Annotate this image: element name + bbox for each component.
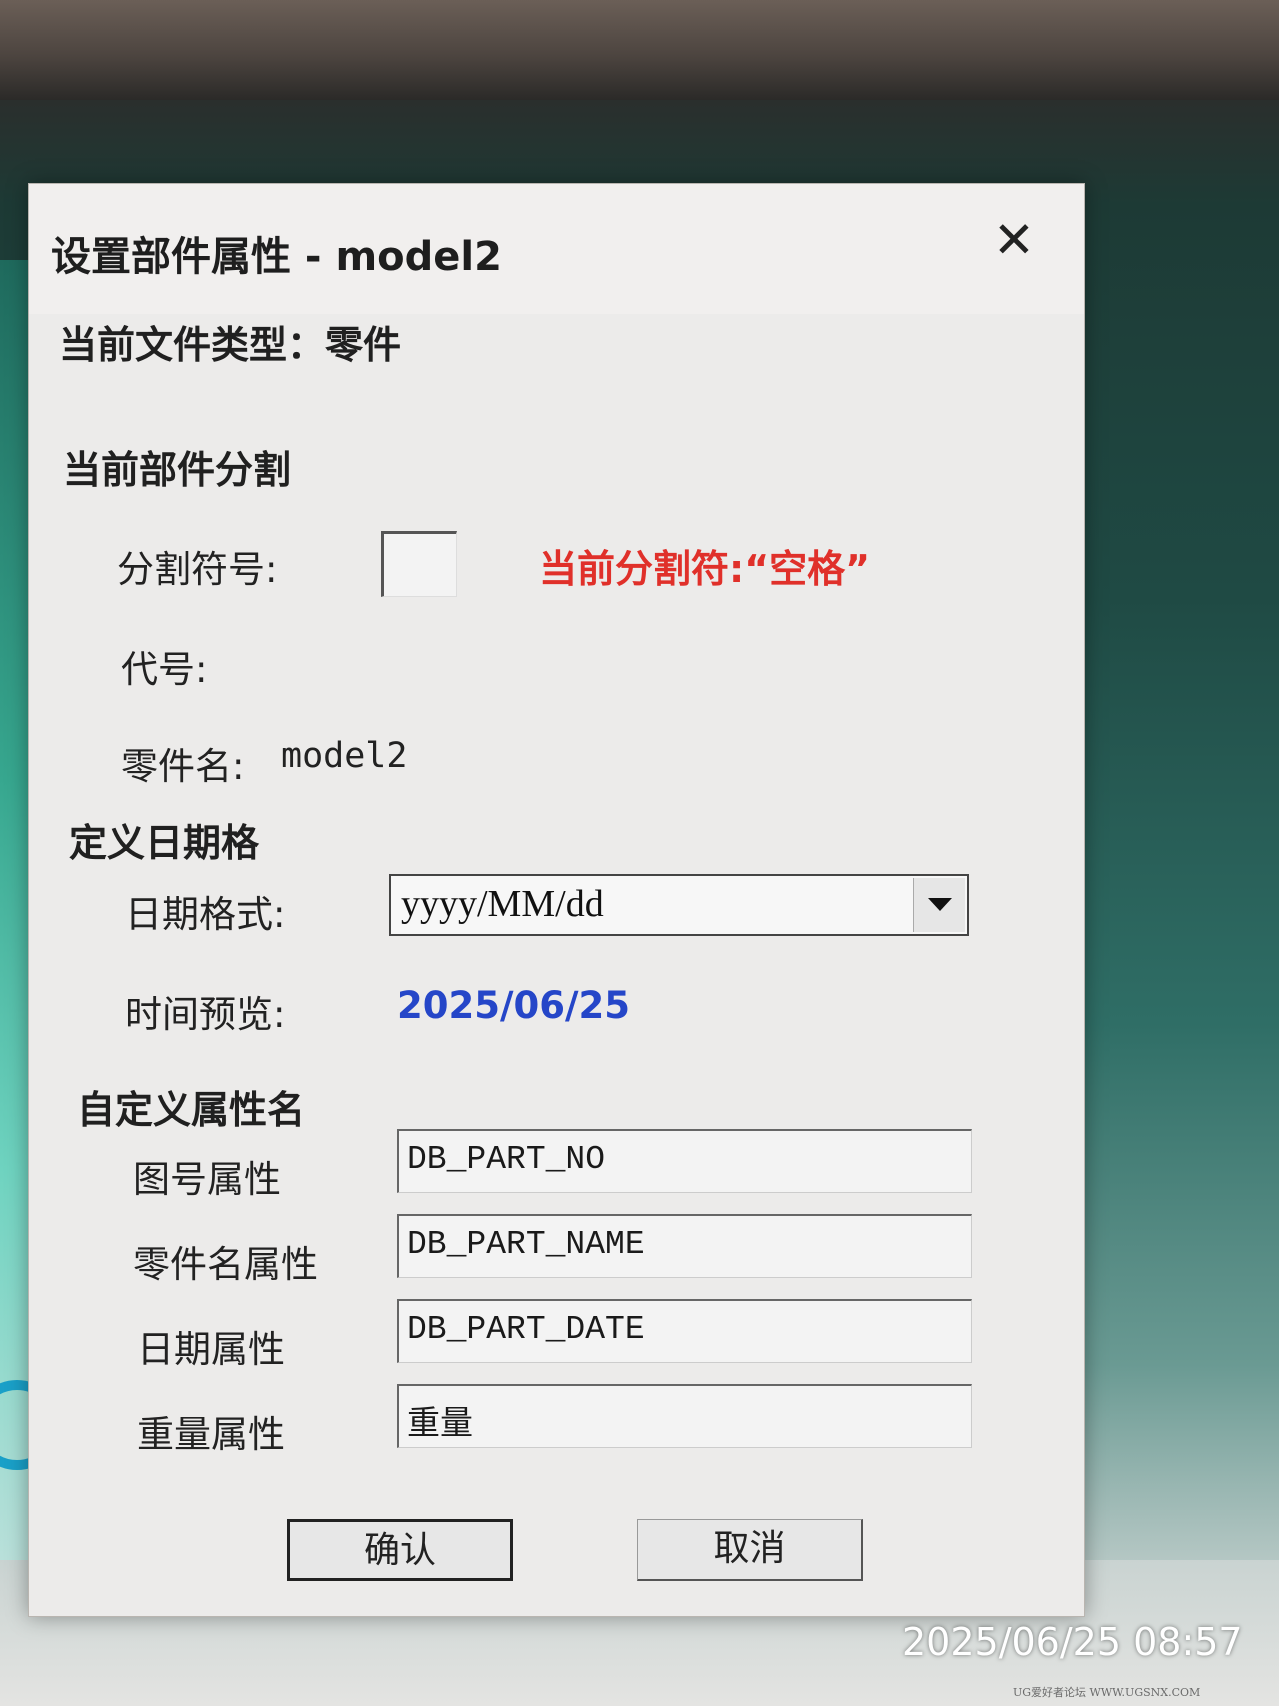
confirm-button[interactable]: 确认 xyxy=(287,1519,513,1581)
dialog-title: 设置部件属性 - model2 xyxy=(51,234,502,280)
date-attr-input[interactable]: DB_PART_DATE xyxy=(397,1299,972,1363)
monitor-bezel xyxy=(0,0,1279,100)
date-format-select[interactable]: yyyy/MM/dd xyxy=(389,874,969,936)
split-section-heading: 当前部件分割 xyxy=(63,448,292,492)
current-separator-note: 当前分割符:“空格” xyxy=(539,547,871,591)
dialog-titlebar: 设置部件属性 - model2 ✕ xyxy=(29,184,1084,314)
watermark: UG爱好者论坛 WWW.UGSNX.COM xyxy=(1013,1686,1201,1699)
drawing-no-attr-label: 图号属性 xyxy=(133,1158,281,1201)
cancel-button[interactable]: 取消 xyxy=(637,1519,863,1581)
weight-attr-input[interactable]: 重量 xyxy=(397,1384,972,1448)
separator-label: 分割符号: xyxy=(117,548,278,591)
time-preview-value: 2025/06/25 xyxy=(397,984,630,1027)
part-name-attr-input[interactable]: DB_PART_NAME xyxy=(397,1214,972,1278)
separator-input[interactable] xyxy=(381,531,457,597)
close-icon[interactable]: ✕ xyxy=(984,210,1044,270)
part-name-value: model2 xyxy=(281,736,408,776)
date-attr-label: 日期属性 xyxy=(137,1328,285,1371)
time-preview-label: 时间预览: xyxy=(125,993,286,1036)
date-format-label: 日期格式: xyxy=(125,893,286,936)
chevron-down-icon xyxy=(928,898,952,911)
part-name-attr-label: 零件名属性 xyxy=(133,1243,318,1286)
dropdown-button[interactable] xyxy=(913,878,965,932)
part-name-label: 零件名: xyxy=(121,745,245,788)
date-section-heading: 定义日期格 xyxy=(69,821,260,865)
custom-section-heading: 自定义属性名 xyxy=(77,1088,306,1132)
photo-timestamp: 2025/06/25 08:57 xyxy=(902,1620,1243,1664)
weight-attr-label: 重量属性 xyxy=(137,1413,285,1456)
date-format-value: yyyy/MM/dd xyxy=(401,883,604,925)
file-type-label: 当前文件类型：零件 xyxy=(59,323,402,367)
drawing-no-attr-input[interactable]: DB_PART_NO xyxy=(397,1129,972,1193)
code-label: 代号: xyxy=(121,648,208,691)
set-part-attributes-dialog: 设置部件属性 - model2 ✕ 当前文件类型：零件 当前部件分割 分割符号:… xyxy=(28,183,1085,1617)
